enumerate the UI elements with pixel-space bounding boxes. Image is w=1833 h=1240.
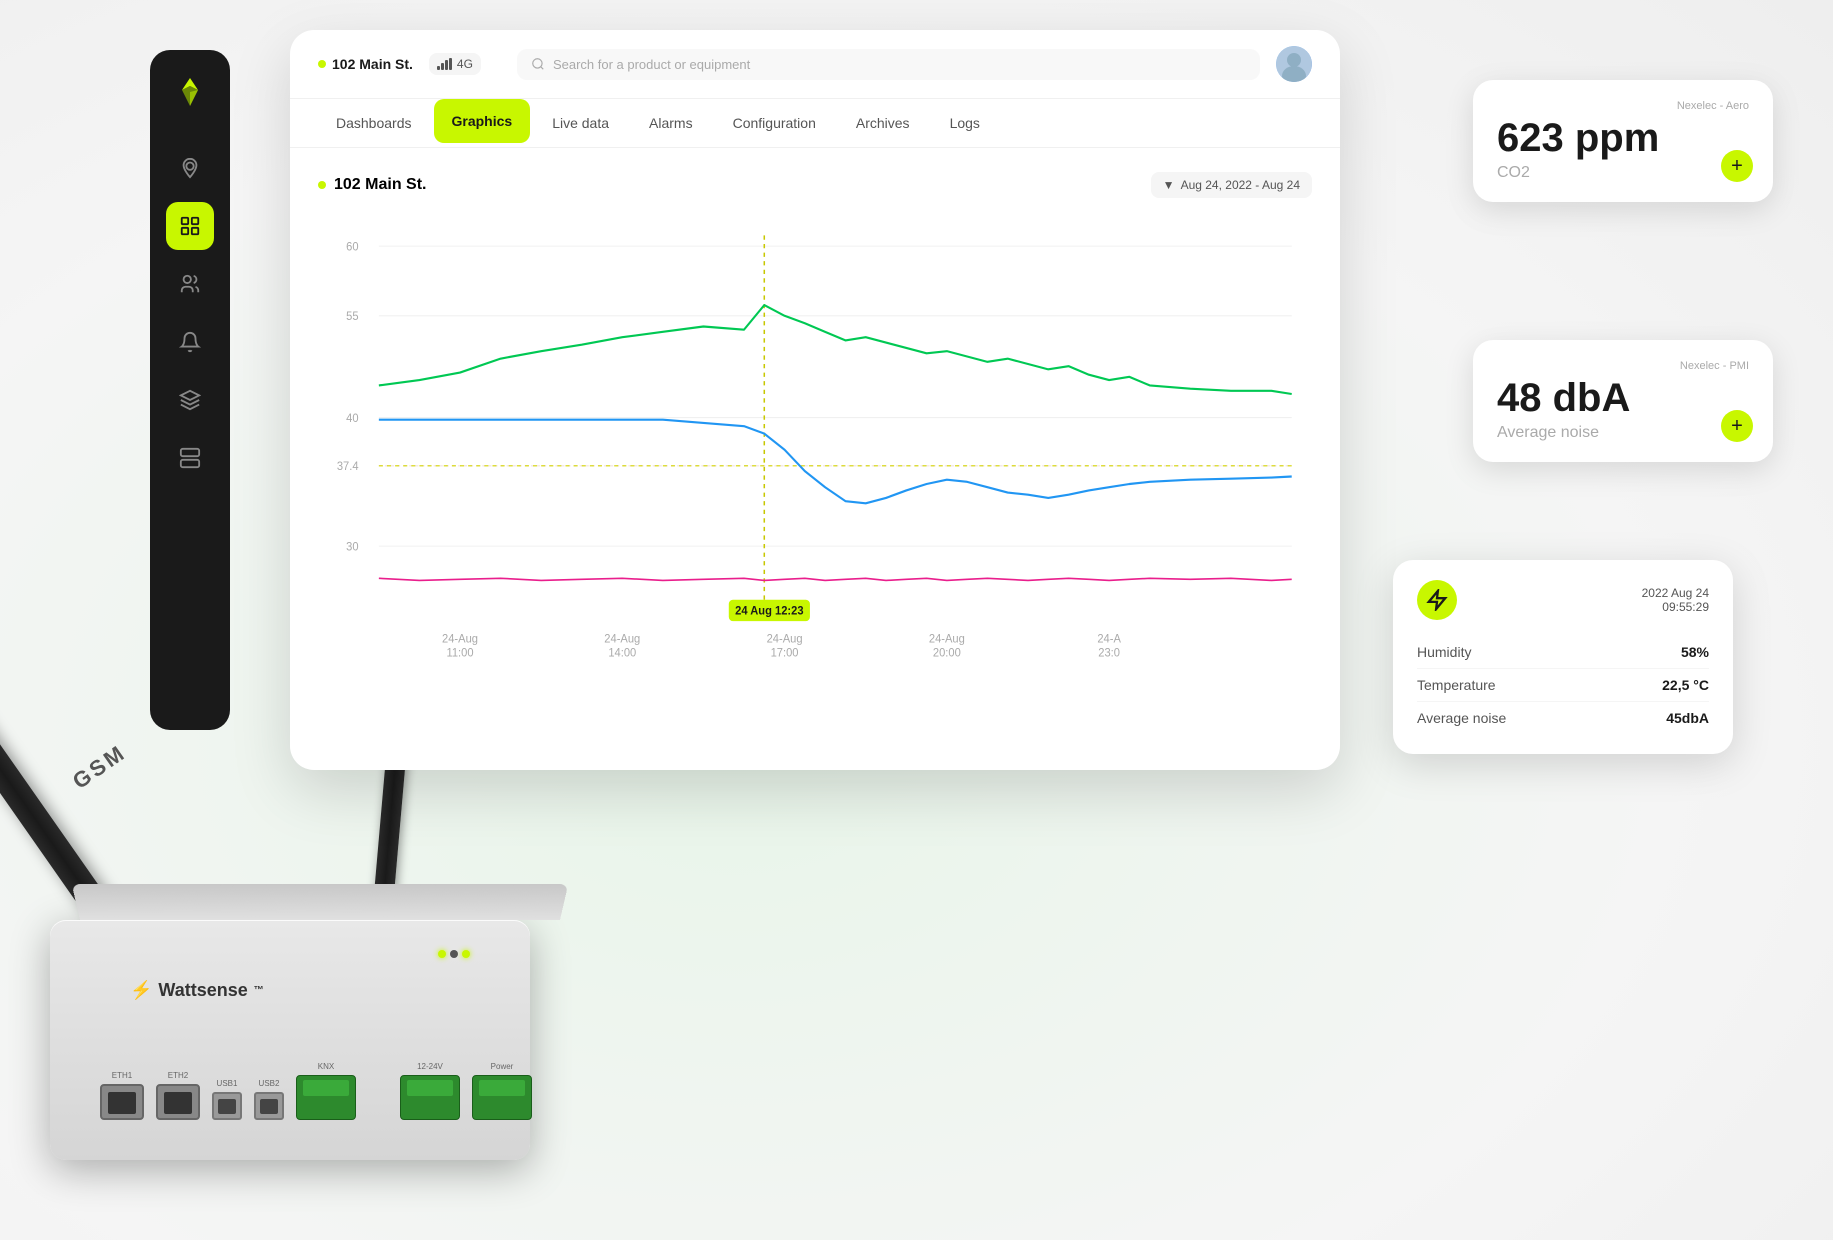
brand-lightning-icon: ⚡ xyxy=(130,980,152,1001)
location-dot xyxy=(318,60,326,68)
tab-live-data[interactable]: Live data xyxy=(534,101,627,145)
brand-text: ⚡ Wattsense ™ xyxy=(130,980,264,1001)
nav-tabs: Dashboards Graphics Live data Alarms Con… xyxy=(290,99,1340,148)
brand-name: Wattsense xyxy=(158,980,247,1001)
svg-text:24-Aug: 24-Aug xyxy=(929,633,965,645)
noise-value: 48 dbA xyxy=(1497,376,1749,420)
co2-label: CO2 xyxy=(1497,164,1749,182)
tab-archives[interactable]: Archives xyxy=(838,101,928,145)
location-badge[interactable]: 102 Main St. xyxy=(318,56,413,72)
device-top xyxy=(72,884,569,920)
popup-datetime: 2022 Aug 24 09:55:29 xyxy=(1595,586,1709,614)
search-bar[interactable]: Search for a product or equipment xyxy=(517,49,1260,80)
chart-title: 102 Main St. xyxy=(318,176,426,194)
popup-time: 09:55:29 xyxy=(1595,600,1709,614)
svg-text:24-Aug: 24-Aug xyxy=(442,633,478,645)
gsm-label: GSM xyxy=(68,739,131,794)
popup-noise-label: Average noise xyxy=(1417,710,1506,726)
tab-alarms[interactable]: Alarms xyxy=(631,101,711,145)
led-green-2 xyxy=(462,950,470,958)
signal-text: 4G xyxy=(457,57,473,71)
popup-noise-value: 45dbA xyxy=(1666,710,1709,726)
chart-title-text: 102 Main St. xyxy=(334,176,426,194)
search-placeholder: Search for a product or equipment xyxy=(553,57,750,72)
svg-text:11:00: 11:00 xyxy=(446,647,473,659)
noise-label: Average noise xyxy=(1497,424,1749,442)
svg-text:23:0: 23:0 xyxy=(1098,647,1120,659)
popup-temp-value: 22,5 °C xyxy=(1662,677,1709,693)
sidebar-item-bell[interactable] xyxy=(166,318,214,366)
noise-source: Nexelec - PMI xyxy=(1497,360,1749,372)
topbar: 102 Main St. 4G Search for a product or … xyxy=(290,30,1340,99)
svg-text:24-Aug: 24-Aug xyxy=(604,633,640,645)
usb-port-1 xyxy=(212,1092,242,1120)
popup-icon xyxy=(1417,580,1457,620)
popup-row-temperature: Temperature 22,5 °C xyxy=(1417,669,1709,702)
sidebar-item-server[interactable] xyxy=(166,434,214,482)
card-co2: Nexelec - Aero 623 ppm CO2 + xyxy=(1473,80,1773,202)
popup-humidity-label: Humidity xyxy=(1417,644,1471,660)
sidebar xyxy=(150,50,230,730)
co2-plus-button[interactable]: + xyxy=(1721,150,1753,182)
led-indicators xyxy=(438,950,470,958)
co2-source: Nexelec - Aero xyxy=(1497,100,1749,112)
svg-text:40: 40 xyxy=(346,413,358,425)
noise-plus-button[interactable]: + xyxy=(1721,410,1753,442)
terminal-2 xyxy=(400,1075,460,1120)
popup-humidity-value: 58% xyxy=(1681,644,1709,660)
svg-text:24-Aug: 24-Aug xyxy=(767,633,803,645)
svg-text:24 Aug 12:23: 24 Aug 12:23 xyxy=(735,605,803,617)
popup-row-humidity: Humidity 58% xyxy=(1417,636,1709,669)
led-green-1 xyxy=(438,950,446,958)
date-range-button[interactable]: ▼ Aug 24, 2022 - Aug 24 xyxy=(1151,172,1312,198)
popup-date: 2022 Aug 24 xyxy=(1595,586,1709,600)
dashboard-panel: 102 Main St. 4G Search for a product or … xyxy=(290,30,1340,770)
svg-text:30: 30 xyxy=(346,541,358,553)
tab-configuration[interactable]: Configuration xyxy=(715,101,834,145)
svg-text:24-A: 24-A xyxy=(1097,633,1121,645)
eth-port-2 xyxy=(156,1084,200,1120)
chart-container: 60 55 40 37.4 30 24-Aug 11:00 24-Aug xyxy=(318,214,1312,664)
tab-logs[interactable]: Logs xyxy=(932,101,998,145)
svg-text:14:00: 14:00 xyxy=(608,647,636,659)
popup-header: 2022 Aug 24 09:55:29 xyxy=(1417,580,1709,620)
device-body: ⚡ Wattsense ™ ETH1 ETH2 USB1 USB2 xyxy=(50,920,530,1160)
signal-badge: 4G xyxy=(429,53,481,75)
svg-text:60: 60 xyxy=(346,241,358,253)
eth-port-1 xyxy=(100,1084,144,1120)
svg-text:20:00: 20:00 xyxy=(933,647,961,659)
chart-header: 102 Main St. ▼ Aug 24, 2022 - Aug 24 xyxy=(318,172,1312,198)
avatar[interactable] xyxy=(1276,46,1312,82)
brand-trademark: ™ xyxy=(254,985,264,996)
sidebar-item-users[interactable] xyxy=(166,260,214,308)
sidebar-item-location[interactable] xyxy=(166,144,214,192)
popup-row-noise: Average noise 45dbA xyxy=(1417,702,1709,734)
co2-value: 623 ppm xyxy=(1497,116,1749,160)
sidebar-item-layers[interactable] xyxy=(166,376,214,424)
led-off xyxy=(450,950,458,958)
popup-temp-label: Temperature xyxy=(1417,677,1496,693)
card-noise: Nexelec - PMI 48 dbA Average noise + xyxy=(1473,340,1773,462)
usb-port-2 xyxy=(254,1092,284,1120)
terminal-1 xyxy=(296,1075,356,1120)
popup-card: 2022 Aug 24 09:55:29 Humidity 58% Temper… xyxy=(1393,560,1733,754)
chart-svg: 60 55 40 37.4 30 24-Aug 11:00 24-Aug xyxy=(318,214,1312,664)
tab-graphics[interactable]: Graphics xyxy=(434,99,531,143)
app-logo[interactable] xyxy=(168,70,212,114)
date-range-text: Aug 24, 2022 - Aug 24 xyxy=(1181,178,1300,192)
svg-text:37.4: 37.4 xyxy=(337,461,359,473)
terminal-3 xyxy=(472,1075,532,1120)
sidebar-item-grid[interactable] xyxy=(166,202,214,250)
chart-title-dot xyxy=(318,181,326,189)
chart-area: 102 Main St. ▼ Aug 24, 2022 - Aug 24 60 … xyxy=(290,148,1340,688)
svg-text:17:00: 17:00 xyxy=(771,647,799,659)
tab-dashboards[interactable]: Dashboards xyxy=(318,101,430,145)
ports-row: ETH1 ETH2 USB1 USB2 KNX xyxy=(100,1062,532,1120)
location-text: 102 Main St. xyxy=(332,56,413,72)
svg-text:55: 55 xyxy=(346,311,358,323)
